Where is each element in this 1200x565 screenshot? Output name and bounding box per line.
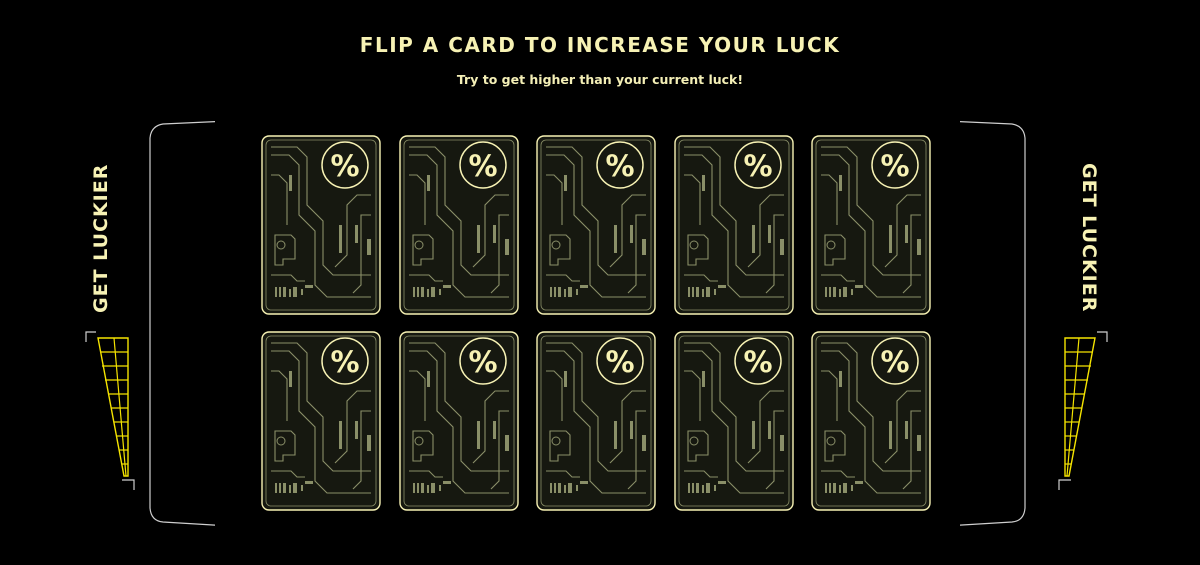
left-frame-bracket <box>149 121 215 526</box>
face-down-card[interactable]: % <box>398 135 519 315</box>
percent-symbol-icon: % <box>468 345 497 379</box>
face-down-card[interactable]: % <box>673 331 794 511</box>
percent-symbol-icon: % <box>743 345 772 379</box>
card-back-circuit-art: % <box>811 135 931 315</box>
percent-symbol-icon: % <box>880 345 909 379</box>
card-back-circuit-art: % <box>536 331 656 511</box>
card-back-circuit-art: % <box>398 331 519 511</box>
luck-meter-right <box>1058 331 1108 490</box>
face-down-card[interactable]: % <box>811 135 931 315</box>
face-down-card[interactable]: % <box>673 135 794 315</box>
card-back-circuit-art: % <box>398 135 519 315</box>
card-grid: % % % % % % % % % % <box>261 135 931 515</box>
get-luckier-label-right: GET LUCKIER <box>1078 163 1100 313</box>
card-back-circuit-art: % <box>673 331 794 511</box>
percent-symbol-icon: % <box>330 149 359 183</box>
card-back-circuit-art: % <box>673 135 794 315</box>
right-frame-bracket <box>960 121 1026 526</box>
card-back-circuit-art: % <box>261 331 381 511</box>
card-back-circuit-art: % <box>536 135 656 315</box>
card-back-circuit-art: % <box>261 135 381 315</box>
percent-symbol-icon: % <box>468 149 497 183</box>
face-down-card[interactable]: % <box>811 331 931 511</box>
percent-symbol-icon: % <box>330 345 359 379</box>
get-luckier-label-left: GET LUCKIER <box>90 163 112 313</box>
percent-symbol-icon: % <box>605 345 634 379</box>
percent-symbol-icon: % <box>605 149 634 183</box>
page-title: FLIP A CARD TO INCREASE YOUR LUCK <box>359 33 841 57</box>
percent-symbol-icon: % <box>880 149 909 183</box>
face-down-card[interactable]: % <box>261 135 381 315</box>
face-down-card[interactable]: % <box>261 331 381 511</box>
card-back-circuit-art: % <box>811 331 931 511</box>
luck-meter-left <box>85 331 135 490</box>
face-down-card[interactable]: % <box>398 331 519 511</box>
face-down-card[interactable]: % <box>536 135 656 315</box>
page-subtitle: Try to get higher than your current luck… <box>456 72 744 87</box>
percent-symbol-icon: % <box>743 149 772 183</box>
face-down-card[interactable]: % <box>536 331 656 511</box>
